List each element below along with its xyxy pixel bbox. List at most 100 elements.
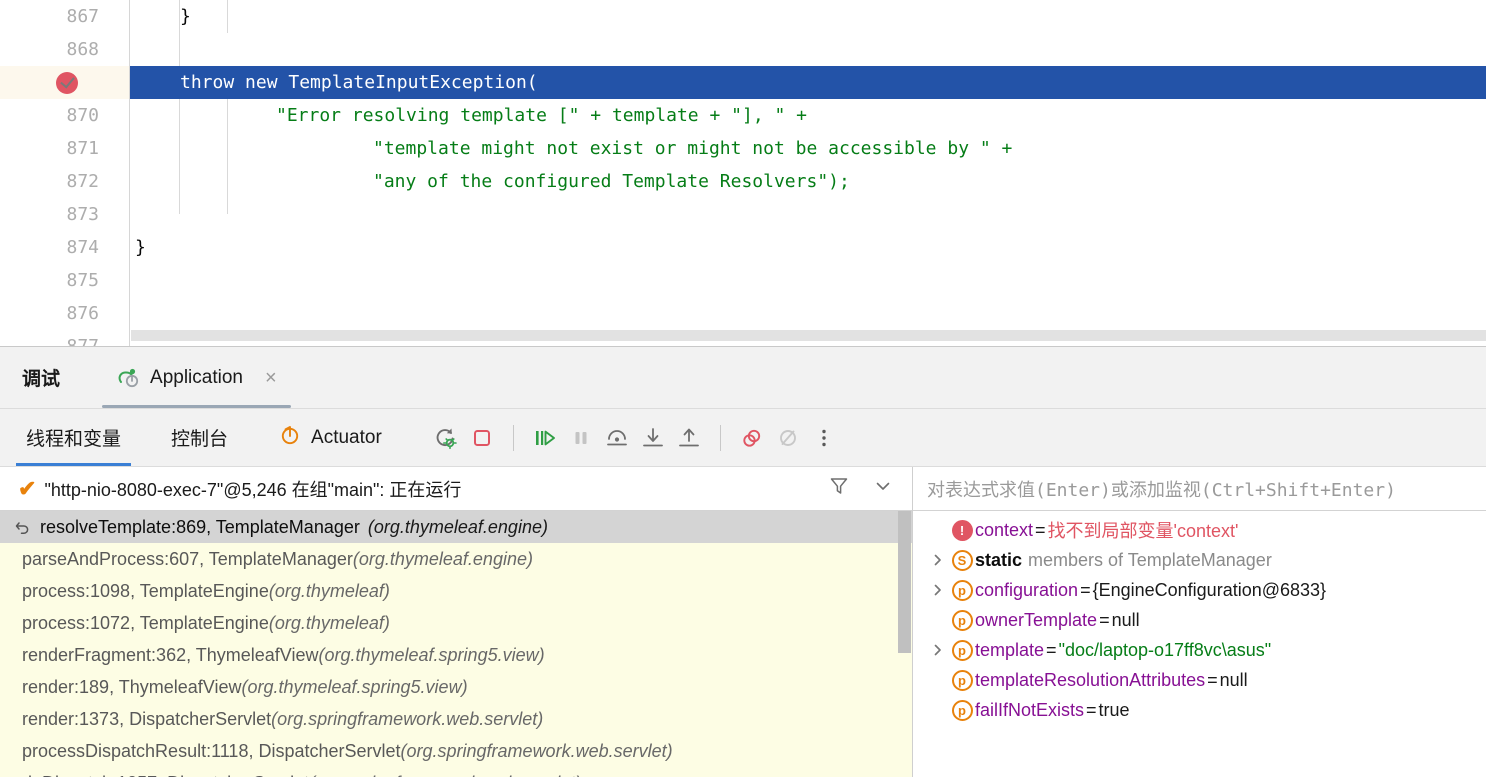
field-badge-icon: p <box>949 669 975 691</box>
variable-name: ownerTemplate <box>975 609 1098 630</box>
tab-application[interactable]: Application × <box>102 347 291 408</box>
variable-row[interactable]: ! context = 找不到局部变量'context' <box>913 515 1486 545</box>
step-over-button[interactable] <box>599 420 635 456</box>
variable-value: "doc/laptop-o17ff8vc\asus" <box>1058 639 1272 660</box>
stack-frame-row[interactable]: doDispatch:1057, DispatcherServlet (org.… <box>0 767 912 777</box>
frame-method: resolveTemplate:869, TemplateManager <box>40 516 360 537</box>
field-badge-text: p <box>951 639 973 661</box>
rerun-debug-button[interactable] <box>428 420 464 456</box>
pause-program-button[interactable] <box>563 420 599 456</box>
code-content[interactable]: } throw new TemplateInputException( "Err… <box>130 0 1486 347</box>
variable-equals: = <box>1086 699 1097 720</box>
stack-frame-row[interactable]: resolveTemplate:869, TemplateManager (or… <box>0 511 912 543</box>
stack-frame-row[interactable]: renderFragment:362, ThymeleafView (org.t… <box>0 639 912 671</box>
editor-horizontal-scrollbar[interactable] <box>131 330 1486 341</box>
variable-row[interactable]: p ownerTemplate = null <box>913 605 1486 635</box>
close-icon[interactable]: × <box>265 368 277 388</box>
variables-list[interactable]: ! context = 找不到局部变量'context' S static me… <box>913 511 1486 777</box>
tab-actuator[interactable]: Actuator <box>274 409 386 466</box>
stack-frame-row[interactable]: render:1373, DispatcherServlet (org.spri… <box>0 703 912 735</box>
line-number: 873 <box>66 204 99 225</box>
code-text: throw new TemplateInputException( <box>180 72 538 93</box>
code-line-executing: throw new TemplateInputException( <box>130 66 1486 99</box>
static-badge-text: S <box>951 549 973 571</box>
frame-package: (org.thymeleaf.engine) <box>352 548 533 569</box>
view-breakpoints-button[interactable] <box>734 420 770 456</box>
actuator-icon <box>278 423 302 453</box>
code-line: } <box>130 0 1486 33</box>
tab-console[interactable]: 控制台 <box>167 409 232 466</box>
debug-tabs-row: 调试 Application × <box>0 347 1486 409</box>
evaluate-expression-placeholder: 对表达式求值(Enter)或添加监视(Ctrl+Shift+Enter) <box>927 479 1396 501</box>
expand-chevron-icon[interactable] <box>927 583 949 597</box>
stack-frame-row[interactable]: processDispatchResult:1118, DispatcherSe… <box>0 735 912 767</box>
static-badge-icon: S <box>949 549 975 571</box>
variable-row[interactable]: S static members of TemplateManager <box>913 545 1486 575</box>
line-number: 876 <box>66 303 99 324</box>
thread-selector[interactable]: ✔ "http-nio-8080-exec-7"@5,246 在组"main":… <box>0 467 912 511</box>
chevron-down-icon[interactable] <box>872 475 894 502</box>
frames-pane: ✔ "http-nio-8080-exec-7"@5,246 在组"main":… <box>0 467 913 777</box>
field-badge-icon: p <box>949 639 975 661</box>
variable-row[interactable]: p templateResolutionAttributes = null <box>913 665 1486 695</box>
stack-frame-row[interactable]: parseAndProcess:607, TemplateManager (or… <box>0 543 912 575</box>
variable-row[interactable]: p failIfNotExists = true <box>913 695 1486 725</box>
variable-value: null <box>1111 609 1140 630</box>
frame-package: (org.thymeleaf) <box>268 612 390 633</box>
frame-package: (org.thymeleaf.spring5.view) <box>241 676 468 697</box>
variable-name: templateResolutionAttributes <box>975 669 1206 690</box>
breakpoint-gutter-row[interactable] <box>0 66 129 99</box>
tab-application-label: Application <box>150 366 243 388</box>
variable-equals: = <box>1099 609 1110 630</box>
filter-icon[interactable] <box>828 475 850 502</box>
stack-frame-row[interactable]: render:189, ThymeleafView (org.thymeleaf… <box>0 671 912 703</box>
frame-method: renderFragment:362, ThymeleafView <box>22 644 319 665</box>
field-badge-text: p <box>951 609 973 631</box>
resume-program-button[interactable] <box>527 420 563 456</box>
editor-gutter[interactable]: 867 868 870 871 872 873 874 875 876 877 <box>0 0 130 347</box>
toolbar-separator <box>512 424 514 451</box>
debug-panel-title: 调试 <box>22 369 61 390</box>
variable-row[interactable]: p configuration = {EngineConfiguration@6… <box>913 575 1486 605</box>
variable-equals: = <box>1035 519 1046 540</box>
more-options-button[interactable] <box>806 420 842 456</box>
line-number: 871 <box>66 138 99 159</box>
debug-toolbar: 线程和变量 控制台 Actuator <box>0 409 1486 467</box>
frames-scrollbar[interactable] <box>898 511 912 777</box>
stack-frame-row[interactable]: process:1098, TemplateEngine (org.thymel… <box>0 575 912 607</box>
variable-row[interactable]: p template = "doc/laptop-o17ff8vc\asus" <box>913 635 1486 665</box>
breakpoint-icon[interactable] <box>56 72 78 94</box>
frame-package: (org.springframework.web.servlet) <box>400 740 673 761</box>
toolbar-separator <box>719 424 721 451</box>
thread-running-icon: ✔ <box>18 475 37 501</box>
evaluate-expression-field[interactable]: 对表达式求值(Enter)或添加监视(Ctrl+Shift+Enter) <box>913 467 1486 511</box>
field-badge-text: p <box>951 669 973 691</box>
mute-breakpoints-button[interactable] <box>770 420 806 456</box>
code-line: "template might not exist or might not b… <box>130 132 1486 165</box>
code-editor: 867 868 870 871 872 873 874 875 876 877 … <box>0 0 1486 347</box>
debug-tool-window: 调试 Application × 线程和变量 控制台 Actuator ✔ "h… <box>0 347 1486 777</box>
stack-frame-row[interactable]: process:1072, TemplateEngine (org.thymel… <box>0 607 912 639</box>
variable-value: {EngineConfiguration@6833} <box>1092 579 1327 600</box>
frames-scrollbar-thumb[interactable] <box>898 511 911 653</box>
stop-button[interactable] <box>464 420 500 456</box>
step-into-button[interactable] <box>635 420 671 456</box>
stack-frames-list[interactable]: resolveTemplate:869, TemplateManager (or… <box>0 511 912 777</box>
code-line: "any of the configured Template Resolver… <box>130 165 1486 198</box>
tab-threads-and-variables-label: 线程和变量 <box>26 429 122 450</box>
tab-threads-and-variables[interactable]: 线程和变量 <box>15 409 132 466</box>
step-out-button[interactable] <box>671 420 707 456</box>
field-badge-icon: p <box>949 699 975 721</box>
expand-chevron-icon[interactable] <box>927 643 949 657</box>
frame-package: (org.thymeleaf) <box>268 580 390 601</box>
field-badge-icon: p <box>949 579 975 601</box>
expand-chevron-icon[interactable] <box>927 553 949 567</box>
line-number: 877 <box>66 336 99 347</box>
thread-label: "http-nio-8080-exec-7"@5,246 在组"main": 正… <box>44 479 462 500</box>
line-number: 872 <box>66 171 99 192</box>
variable-name: template <box>975 639 1045 660</box>
code-text: "template might not exist or might not b… <box>373 138 1013 159</box>
